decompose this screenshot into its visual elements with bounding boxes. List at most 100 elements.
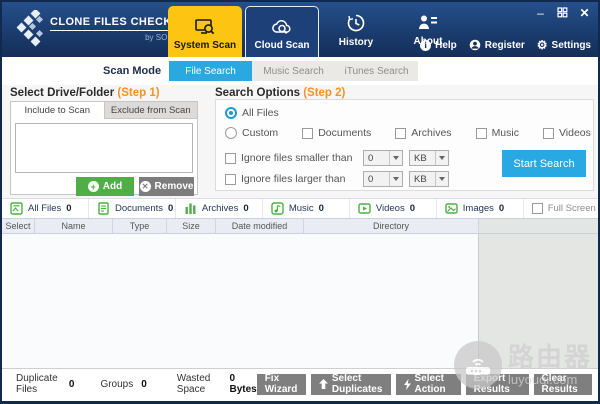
ignore-larger-value-dropdown[interactable]: 0 <box>363 171 403 187</box>
step2-badge: (Step 2) <box>303 87 345 99</box>
groups-label: Groups <box>100 379 133 390</box>
add-button[interactable]: + Add <box>76 177 134 196</box>
videos-option: Videos <box>543 127 591 139</box>
mosaic-chevron-icon <box>10 10 44 48</box>
results-table-header: Select Name Type Size Date modified Dire… <box>2 219 598 234</box>
select-action-button[interactable]: Select Action <box>396 374 461 395</box>
size-unit: KB <box>410 174 435 185</box>
history-clock-icon <box>347 14 365 32</box>
close-button[interactable]: ✕ <box>578 6 591 19</box>
videos-checkbox[interactable] <box>543 128 554 139</box>
wasted-space-stat: Wasted Space 0 Bytes <box>177 373 257 395</box>
cross-circle-icon: ✕ <box>140 181 151 192</box>
footer-bar: Duplicate Files 0 Groups 0 Wasted Space … <box>2 368 598 401</box>
up-arrow-icon <box>319 379 328 389</box>
fix-wizard-button[interactable]: Fix Wizard <box>257 374 306 395</box>
stat-images: Images 0 <box>437 199 524 218</box>
stat-videos: Videos 0 <box>350 199 437 218</box>
cloud-search-icon <box>271 20 293 36</box>
size-unit: KB <box>410 153 435 164</box>
video-play-icon <box>358 202 371 215</box>
documents-option: Documents <box>302 127 371 139</box>
tab-history[interactable]: History <box>330 14 382 54</box>
chevron-down-icon <box>389 172 402 186</box>
custom-radio[interactable] <box>225 127 237 139</box>
full-screen-checkbox[interactable] <box>532 203 543 214</box>
lightning-icon <box>404 379 411 390</box>
register-link[interactable]: Register <box>469 39 525 51</box>
all-files-radio[interactable] <box>225 107 237 119</box>
col-type[interactable]: Type <box>113 219 167 233</box>
music-checkbox[interactable] <box>476 128 487 139</box>
stat-archives: Archives 0 <box>176 199 263 218</box>
tab-system-scan[interactable]: System Scan <box>168 6 242 57</box>
tab-include-to-scan[interactable]: Include to Scan <box>11 102 104 119</box>
wasted-space-value: 0 Bytes <box>229 373 256 395</box>
add-label: Add <box>103 181 122 192</box>
all-files-label: All Files <box>242 107 279 119</box>
drive-folder-title: Select Drive/Folder <box>10 87 114 99</box>
about-person-icon <box>418 14 438 31</box>
col-size[interactable]: Size <box>167 219 216 233</box>
drive-folder-heading: Select Drive/Folder (Step 1) <box>10 87 160 99</box>
image-photo-icon <box>445 202 458 215</box>
duplicate-files-value: 0 <box>69 379 75 390</box>
col-select[interactable]: Select <box>2 219 35 233</box>
duplicate-files-label: Duplicate Files <box>16 373 61 395</box>
ignore-larger-checkbox[interactable] <box>225 174 236 185</box>
col-filler <box>479 219 598 233</box>
select-duplicates-button[interactable]: Select Duplicates <box>311 374 391 395</box>
remove-button[interactable]: ✕ Remove <box>139 177 194 196</box>
tab-cloud-scan[interactable]: Cloud Scan <box>245 6 319 57</box>
chevron-down-icon <box>389 151 402 165</box>
music-note-icon <box>271 202 284 215</box>
size-value: 0 <box>364 153 389 164</box>
ignore-smaller-value-dropdown[interactable]: 0 <box>363 150 403 166</box>
full-screen-label: Full Screen <box>548 203 596 214</box>
groups-value: 0 <box>141 379 147 390</box>
minimize-button[interactable]: – <box>534 6 547 19</box>
screen-search-icon <box>195 19 215 36</box>
search-options-panel: All Files Custom Documents Archives Mus <box>215 99 594 191</box>
ignore-smaller-checkbox[interactable] <box>225 153 236 164</box>
full-screen-option: Full Screen <box>524 199 598 218</box>
clear-results-button[interactable]: Clear Results <box>534 374 592 395</box>
col-name[interactable]: Name <box>35 219 113 233</box>
help-link[interactable]: i Help <box>420 40 457 51</box>
scan-mode-bar: Scan Mode File Search Music Search iTune… <box>2 57 598 85</box>
scan-mode-label: Scan Mode <box>103 65 161 77</box>
settings-link[interactable]: ⚙ Settings <box>537 40 591 51</box>
size-value: 0 <box>364 174 389 185</box>
videos-label: Videos <box>559 127 591 139</box>
music-option: Music <box>476 127 519 139</box>
results-list-area[interactable] <box>2 234 479 368</box>
custom-label: Custom <box>242 127 278 139</box>
quick-links: i Help Register ⚙ Settings <box>420 39 591 51</box>
tab-label: Cloud Scan <box>254 40 309 51</box>
ignore-larger-unit-dropdown[interactable]: KB <box>409 171 449 187</box>
tab-exclude-from-scan[interactable]: Exclude from Scan <box>104 102 198 119</box>
documents-icon <box>97 202 110 215</box>
tab-label: System Scan <box>174 40 236 51</box>
gear-icon: ⚙ <box>537 40 548 51</box>
export-results-button[interactable]: Export Results <box>466 374 529 395</box>
tab-music-search[interactable]: Music Search <box>252 61 335 81</box>
step-area: Select Drive/Folder (Step 1) Search Opti… <box>2 85 598 198</box>
info-icon: i <box>420 40 431 51</box>
ignore-smaller-label: Ignore files smaller than <box>241 152 363 164</box>
start-search-button[interactable]: Start Search <box>502 150 586 177</box>
drive-folder-list[interactable] <box>15 123 193 173</box>
help-label: Help <box>435 40 457 51</box>
documents-label: Documents <box>318 127 371 139</box>
archives-checkbox[interactable] <box>395 128 406 139</box>
tab-itunes-search[interactable]: iTunes Search <box>335 61 418 81</box>
archives-bars-icon <box>184 202 197 215</box>
documents-checkbox[interactable] <box>302 128 313 139</box>
maximize-button[interactable] <box>556 6 569 19</box>
col-date-modified[interactable]: Date modified <box>216 219 304 233</box>
footer-buttons: Fix Wizard Select Duplicates Select Acti… <box>257 374 592 395</box>
col-directory[interactable]: Directory <box>304 219 479 233</box>
tab-file-search[interactable]: File Search <box>169 61 252 81</box>
app-window: CLONE FILES CHECKER by SORCIM System Sca… <box>0 0 600 404</box>
ignore-smaller-unit-dropdown[interactable]: KB <box>409 150 449 166</box>
